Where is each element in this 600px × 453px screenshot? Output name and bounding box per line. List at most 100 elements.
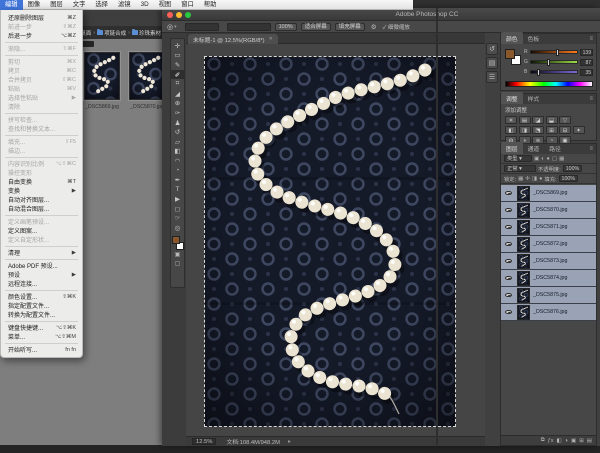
- b-value-field[interactable]: 35: [580, 69, 593, 76]
- adjustment-icon[interactable]: ◧: [505, 126, 517, 135]
- link-layers-icon[interactable]: ⧉: [541, 437, 545, 444]
- move-tool[interactable]: ✛: [171, 41, 184, 51]
- crop-tool[interactable]: ⌗: [171, 79, 184, 89]
- slider-knob[interactable]: [537, 69, 540, 76]
- edit-menu-item[interactable]: 渐隐...⇧⌘F: [1, 44, 82, 53]
- canvas-area[interactable]: [186, 44, 485, 436]
- fill-field[interactable]: 100%: [559, 175, 579, 183]
- lock-icon[interactable]: ●: [539, 176, 542, 182]
- new-layer-icon[interactable]: ⊞: [579, 438, 584, 444]
- history-icon[interactable]: ↺: [486, 43, 498, 55]
- adjustment-layer-icon[interactable]: ◑: [565, 438, 568, 444]
- slider-knob[interactable]: [556, 49, 559, 56]
- menubar-item-编辑[interactable]: 编辑: [0, 0, 23, 10]
- edit-menu-item[interactable]: 定义图案...: [1, 226, 82, 235]
- g-slider-track[interactable]: [530, 60, 578, 64]
- adjustment-icon[interactable]: ◪: [532, 116, 544, 125]
- edit-menu-item[interactable]: 前进一步⇧⌘Z: [1, 22, 82, 31]
- gear-icon[interactable]: ⚙: [371, 23, 377, 31]
- shape-tool[interactable]: ◻: [171, 204, 184, 214]
- file-item[interactable]: _DSC5869.jpg: [84, 52, 120, 110]
- foreground-color-swatch[interactable]: [505, 49, 515, 59]
- filter-type-icon[interactable]: ▢: [552, 156, 557, 162]
- layer-visibility-toggle[interactable]: [503, 208, 514, 213]
- chevron-down-icon[interactable]: ▾: [174, 24, 177, 30]
- properties-icon[interactable]: ▤: [486, 57, 498, 69]
- edit-menu-item[interactable]: 定义自定形状...: [1, 235, 82, 244]
- layer-row[interactable]: _DSC5874.jpg: [501, 270, 596, 287]
- scrubby-zoom-checkbox[interactable]: ✓ 细微缩放: [383, 23, 410, 31]
- layer-row[interactable]: _DSC5871.jpg: [501, 219, 596, 236]
- tab-图层[interactable]: 图层: [501, 142, 523, 154]
- layer-group-icon[interactable]: ▣: [571, 438, 576, 444]
- edit-menu-item[interactable]: 查找和替换文本...: [1, 124, 82, 133]
- lock-icon[interactable]: ▦: [518, 176, 523, 182]
- history-brush-tool[interactable]: ↺: [171, 127, 184, 137]
- menubar-item-选择[interactable]: 选择: [90, 0, 113, 10]
- quick-selection-tool[interactable]: ✐: [171, 70, 184, 80]
- menubar-item-图像[interactable]: 图像: [23, 0, 46, 10]
- tab-样式[interactable]: 样式: [523, 92, 545, 104]
- layer-row[interactable]: _DSC5869.jpg: [501, 185, 596, 202]
- edit-menu-item[interactable]: 填充...⇧F5: [1, 137, 82, 146]
- adjustment-icon[interactable]: ▤: [519, 116, 531, 125]
- lock-icon[interactable]: ✛: [525, 176, 530, 182]
- adjustment-icon[interactable]: ⊟: [559, 126, 571, 135]
- breadcrumb-item[interactable]: 珍珠素材: [132, 29, 161, 37]
- menubar-item-帮助[interactable]: 帮助: [199, 0, 222, 10]
- layer-row[interactable]: _DSC5872.jpg: [501, 236, 596, 253]
- eyedropper-tool[interactable]: ◢: [171, 89, 184, 99]
- g-value-field[interactable]: 87: [580, 59, 593, 66]
- edit-menu-item[interactable]: 合并拷贝⇧⌘C: [1, 75, 82, 84]
- screen-mode-button[interactable]: ▢: [171, 259, 184, 268]
- adjustment-icon[interactable]: ⬓: [546, 116, 558, 125]
- foreground-swatch[interactable]: [172, 236, 180, 244]
- layer-effects-icon[interactable]: ƒx: [548, 438, 554, 444]
- adjustment-icon[interactable]: ✦: [573, 126, 585, 135]
- edit-menu-item[interactable]: 菜单...⌥⇧⌘M: [1, 332, 82, 341]
- healing-brush-tool[interactable]: ⊕: [171, 99, 184, 109]
- menubar-item-窗口[interactable]: 窗口: [176, 0, 199, 10]
- layer-visibility-toggle[interactable]: [503, 259, 514, 264]
- close-icon[interactable]: ✕: [269, 36, 273, 42]
- marquee-tool[interactable]: ▭: [171, 51, 184, 61]
- tab-路径[interactable]: 路径: [544, 142, 566, 154]
- brush-tool[interactable]: ✑: [171, 108, 184, 118]
- dodge-tool[interactable]: ◔: [171, 166, 184, 176]
- tab-颜色[interactable]: 颜色: [501, 32, 523, 44]
- edit-menu-item[interactable]: 内容识别比例⌥⇧⌘C: [1, 159, 82, 168]
- color-spectrum-ramp[interactable]: [505, 81, 593, 87]
- edit-menu-item[interactable]: 选择性粘贴▶: [1, 93, 82, 102]
- filter-type-icon[interactable]: ◐: [541, 156, 544, 162]
- adjustment-icon[interactable]: ⬔: [532, 126, 544, 135]
- edit-menu-item[interactable]: 拷贝⌘C: [1, 66, 82, 75]
- layer-visibility-toggle[interactable]: [503, 310, 514, 315]
- edit-menu-item[interactable]: 自动对齐图层...: [1, 195, 82, 204]
- zoom-level-field[interactable]: 12.5%: [192, 438, 216, 446]
- slider-knob[interactable]: [547, 59, 550, 66]
- quick-mask-button[interactable]: ▣: [171, 250, 184, 259]
- edit-menu-item[interactable]: 粘贴⌘V: [1, 84, 82, 93]
- panel-menu-icon[interactable]: ≡: [589, 96, 593, 102]
- menubar-item-3D[interactable]: 3D: [136, 0, 154, 10]
- path-selection-tool[interactable]: ▶: [171, 195, 184, 205]
- pen-tool[interactable]: ✒: [171, 175, 184, 185]
- edit-menu-item[interactable]: 开始听写...fn fn: [1, 345, 82, 354]
- info-icon[interactable]: ☰: [486, 71, 498, 83]
- adjustment-icon[interactable]: ◨: [519, 126, 531, 135]
- edit-menu-item[interactable]: 清除: [1, 102, 82, 111]
- edit-menu-item[interactable]: 键盘快捷键...⌥⇧⌘K: [1, 323, 82, 332]
- r-value-field[interactable]: 139: [580, 49, 593, 56]
- delete-layer-icon[interactable]: ▤: [587, 438, 592, 444]
- layer-visibility-toggle[interactable]: [503, 191, 514, 196]
- adjustment-icon[interactable]: ☀: [505, 116, 517, 125]
- eraser-tool[interactable]: ▱: [171, 137, 184, 147]
- tab-调整[interactable]: 调整: [501, 92, 523, 104]
- panel-menu-icon[interactable]: ≡: [589, 146, 593, 152]
- tab-色板[interactable]: 色板: [523, 32, 545, 44]
- edit-menu-item[interactable]: 变换▶: [1, 186, 82, 195]
- edit-menu-item[interactable]: 操控变形: [1, 168, 82, 177]
- pearl-necklace-image[interactable]: [205, 57, 455, 426]
- zoom-tool-icon[interactable]: ◎: [167, 23, 173, 31]
- edit-menu-item[interactable]: 描边...: [1, 146, 82, 155]
